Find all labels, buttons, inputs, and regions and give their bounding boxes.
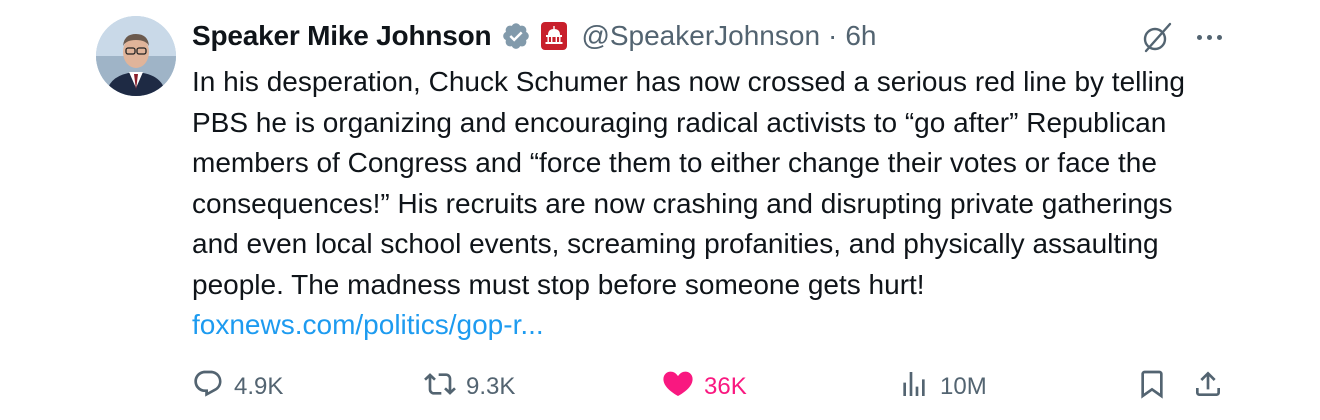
view-count: 10M xyxy=(940,373,987,400)
bookmark-icon xyxy=(1136,368,1168,407)
reply-icon xyxy=(192,368,224,407)
bookmark-button[interactable] xyxy=(1136,362,1168,412)
share-icon xyxy=(1192,368,1224,407)
reply-button[interactable]: 4.9K xyxy=(192,362,283,412)
views-button[interactable]: 10M xyxy=(898,362,987,412)
author-name[interactable]: Speaker Mike Johnson xyxy=(192,20,492,52)
action-bar: 4.9K 9.3K 36K 10M xyxy=(0,362,1320,412)
more-icon[interactable] xyxy=(1192,22,1226,52)
views-icon xyxy=(898,368,930,407)
tweet-body: In his desperation, Chuck Schumer has no… xyxy=(192,66,1185,300)
capitol-affiliation-icon[interactable] xyxy=(541,22,568,50)
avatar-image xyxy=(96,16,176,96)
verified-badge-icon[interactable] xyxy=(501,21,531,51)
author-handle[interactable]: @SpeakerJohnson xyxy=(581,20,820,52)
like-count: 36K xyxy=(704,373,747,400)
tweet-link[interactable]: foxnews.com/politics/gop-r... xyxy=(192,309,544,340)
repost-icon xyxy=(424,368,456,407)
share-button[interactable] xyxy=(1192,362,1224,412)
separator: · xyxy=(828,20,838,51)
like-button[interactable]: 36K xyxy=(662,362,747,412)
avatar[interactable] xyxy=(96,16,176,96)
tweet-header: Speaker Mike Johnson @SpeakerJohnson · 6… xyxy=(192,16,877,56)
repost-count: 9.3K xyxy=(466,373,516,400)
timestamp[interactable]: 6h xyxy=(845,20,876,52)
tweet-text: In his desperation, Chuck Schumer has no… xyxy=(192,62,1222,346)
repost-button[interactable]: 9.3K xyxy=(424,362,515,412)
reply-count: 4.9K xyxy=(234,373,284,400)
grok-icon[interactable] xyxy=(1140,20,1174,54)
heart-icon xyxy=(662,368,694,407)
